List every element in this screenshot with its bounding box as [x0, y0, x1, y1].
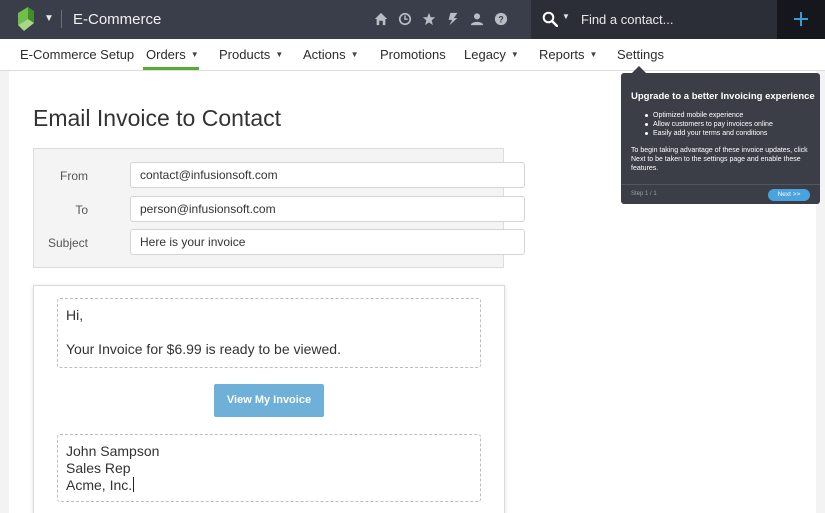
divider [61, 10, 62, 28]
nav-item-reports[interactable]: Reports ▼ [539, 47, 597, 62]
chevron-down-icon: ▼ [350, 50, 359, 59]
nav-item-promotions[interactable]: Promotions [380, 47, 446, 62]
nav-item-settings[interactable]: Settings [617, 47, 664, 62]
quick-icons: ? [372, 10, 510, 28]
from-label: From [60, 169, 88, 183]
chevron-down-icon: ▼ [510, 50, 519, 59]
tooltip-description: To begin taking advantage of these invoi… [631, 147, 808, 172]
search-options-chevron-icon[interactable]: ▼ [562, 13, 570, 21]
user-icon[interactable] [468, 10, 486, 28]
nav-item-ecommerce-setup[interactable]: E-Commerce Setup [20, 47, 134, 62]
clock-icon[interactable] [396, 10, 414, 28]
tooltip-arrow [632, 66, 646, 73]
chevron-down-icon: ▼ [190, 50, 199, 59]
nav-item-legacy[interactable]: Legacy ▼ [464, 47, 519, 62]
subject-field[interactable] [130, 229, 525, 255]
view-invoice-button[interactable]: View My Invoice [214, 384, 324, 417]
chevron-down-icon: ▼ [275, 50, 284, 59]
email-headers-panel: From To Subject [33, 148, 525, 268]
search-icon[interactable] [542, 11, 558, 27]
list-item: Optimized mobile experience [643, 111, 773, 120]
nav-item-actions[interactable]: Actions ▼ [303, 47, 359, 62]
to-label: To [75, 203, 88, 217]
to-field[interactable] [130, 196, 525, 222]
app-title: E-Commerce [73, 11, 162, 28]
chevron-down-icon: ▼ [589, 50, 598, 59]
main-nav: E-Commerce Setup Orders ▼ Products ▼ Actio… [0, 39, 825, 71]
subject-label: Subject [47, 236, 88, 250]
tooltip-title: Upgrade to a better Invoicing experience [631, 91, 815, 102]
tooltip-step: Step 1 / 1 [631, 191, 657, 197]
infusionsoft-leaf-icon[interactable] [16, 7, 38, 31]
list-item: Allow customers to pay invoices online [643, 120, 773, 129]
contact-search[interactable]: ▼ Find a contact... [531, 0, 777, 39]
email-greeting: Hi, [66, 307, 84, 323]
upgrade-tooltip: Upgrade to a better Invoicing experience… [621, 73, 820, 204]
list-item: Easily add your terms and conditions [643, 129, 773, 138]
add-button[interactable] [777, 0, 825, 39]
tooltip-bullets: Optimized mobile experience Allow custom… [643, 111, 773, 138]
tooltip-next-button[interactable]: Next >> [768, 189, 810, 201]
signature-name: John Sampson [66, 443, 160, 459]
page-title: Email Invoice to Contact [33, 105, 282, 131]
from-field[interactable] [130, 162, 525, 188]
nav-item-products[interactable]: Products ▼ [219, 47, 283, 62]
email-message: Your Invoice for $6.99 is ready to be vi… [66, 341, 341, 357]
text-cursor [133, 477, 135, 492]
svg-text:?: ? [498, 15, 503, 25]
nav-item-orders[interactable]: Orders ▼ [146, 47, 199, 62]
search-input[interactable]: Find a contact... [581, 12, 674, 28]
signature-title: Sales Rep [66, 460, 131, 476]
lightning-icon[interactable] [444, 10, 462, 28]
active-tab-indicator [143, 67, 199, 70]
home-icon[interactable] [372, 10, 390, 28]
divider [621, 184, 820, 185]
chevron-down-icon[interactable]: ▼ [44, 14, 54, 24]
star-icon[interactable] [420, 10, 438, 28]
top-bar: ▼ E-Commerce ? ▼ Find a contact... [0, 0, 825, 39]
signature-company: Acme, Inc. [66, 477, 135, 493]
help-icon[interactable]: ? [492, 10, 510, 28]
